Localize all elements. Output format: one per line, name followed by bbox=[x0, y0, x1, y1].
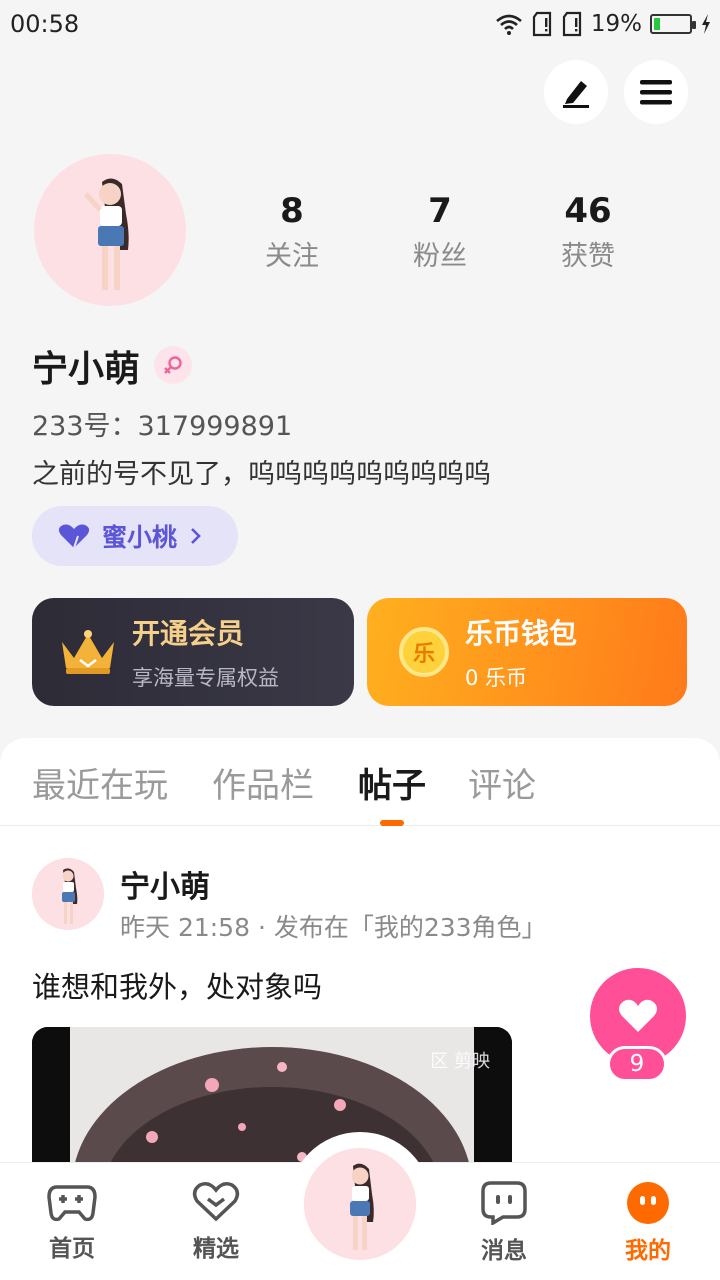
nav-label: 精选 bbox=[193, 1236, 239, 1262]
edit-button[interactable] bbox=[544, 60, 608, 124]
heart-badge-icon bbox=[192, 1182, 240, 1222]
female-icon bbox=[154, 346, 192, 384]
wallet-title: 乐币钱包 bbox=[465, 617, 578, 650]
tab-works[interactable]: 作品栏 bbox=[212, 758, 314, 807]
stat-fans[interactable]: 7 粉丝 bbox=[380, 190, 500, 273]
profile-nickname: 宁小萌 bbox=[32, 349, 141, 390]
nav-center-avatar[interactable] bbox=[304, 1148, 416, 1260]
wallet-balance: 0 乐币 bbox=[465, 666, 528, 690]
avatar-figure bbox=[32, 858, 104, 930]
profile-avatar[interactable] bbox=[34, 154, 186, 306]
stat-likes[interactable]: 46 获赞 bbox=[528, 190, 648, 273]
stat-label: 关注 bbox=[265, 241, 319, 272]
stat-following[interactable]: 8 关注 bbox=[232, 190, 352, 273]
gamepad-icon bbox=[47, 1185, 97, 1222]
vip-card[interactable]: 开通会员 享海量专属权益 bbox=[32, 598, 354, 706]
wifi-icon bbox=[496, 14, 522, 35]
like-count-badge: 9 bbox=[607, 1046, 667, 1082]
tab-posts[interactable]: 帖子 bbox=[358, 758, 426, 807]
status-icons: 19% bbox=[495, 8, 712, 40]
chat-icon bbox=[481, 1181, 527, 1225]
nav-home[interactable]: 首页 bbox=[12, 1163, 132, 1280]
sim-icon bbox=[532, 11, 551, 37]
vip-subtitle: 享海量专属权益 bbox=[132, 666, 279, 690]
status-bar: 00:58 19% bbox=[0, 0, 720, 48]
battery-percent: 19% bbox=[590, 11, 642, 37]
nav-label: 首页 bbox=[49, 1236, 95, 1262]
tab-comments[interactable]: 评论 bbox=[468, 758, 536, 807]
nav-messages[interactable]: 消息 bbox=[444, 1163, 564, 1280]
nav-label: 我的 bbox=[625, 1238, 671, 1264]
sim-icon-2 bbox=[562, 11, 581, 37]
avatar-figure bbox=[34, 154, 186, 306]
battery-level bbox=[654, 18, 660, 30]
tab-indicator bbox=[380, 820, 404, 826]
crown-icon bbox=[62, 630, 114, 674]
heart-icon bbox=[58, 524, 90, 549]
status-time: 00:58 bbox=[10, 10, 80, 38]
charging-icon bbox=[702, 14, 710, 34]
chevron-right-icon bbox=[191, 528, 201, 544]
menu-icon bbox=[640, 80, 672, 105]
edit-icon bbox=[563, 81, 589, 108]
wallet-card[interactable]: 乐 乐币钱包 0 乐币 bbox=[367, 598, 687, 706]
post-author-name[interactable]: 宁小萌 bbox=[120, 862, 210, 906]
stat-number: 7 bbox=[428, 191, 452, 231]
coin-icon: 乐 bbox=[399, 627, 449, 677]
menu-button[interactable] bbox=[624, 60, 688, 124]
tab-recent[interactable]: 最近在玩 bbox=[32, 758, 168, 807]
face-icon bbox=[627, 1182, 669, 1224]
battery-icon bbox=[650, 14, 696, 34]
nav-label: 消息 bbox=[481, 1238, 527, 1264]
tag-label: 蜜小桃 bbox=[102, 523, 178, 552]
profile-tabs: 最近在玩 作品栏 帖子 评论 bbox=[0, 738, 720, 826]
stat-label: 粉丝 bbox=[413, 241, 467, 272]
stat-label: 获赞 bbox=[561, 241, 615, 272]
post-meta: 昨天 21:58 · 发布在「我的233角色」 bbox=[120, 913, 547, 942]
profile-bio: 之前的号不见了，呜呜呜呜呜呜呜呜呜 bbox=[32, 459, 491, 490]
stat-number: 8 bbox=[280, 191, 304, 231]
vip-title: 开通会员 bbox=[132, 617, 245, 650]
nav-featured[interactable]: 精选 bbox=[156, 1163, 276, 1280]
video-watermark: 区 剪映 bbox=[430, 1051, 490, 1072]
nav-mine[interactable]: 我的 bbox=[588, 1163, 708, 1280]
avatar-figure bbox=[304, 1148, 416, 1260]
post-author-avatar[interactable] bbox=[32, 858, 104, 930]
profile-uid: 233号：317999891 bbox=[32, 411, 293, 442]
heart-icon bbox=[618, 999, 658, 1032]
profile-tag-button[interactable]: 蜜小桃 bbox=[32, 506, 238, 566]
stat-number: 46 bbox=[564, 191, 612, 231]
post-text: 谁想和我外，处对象吗 bbox=[32, 970, 323, 1004]
